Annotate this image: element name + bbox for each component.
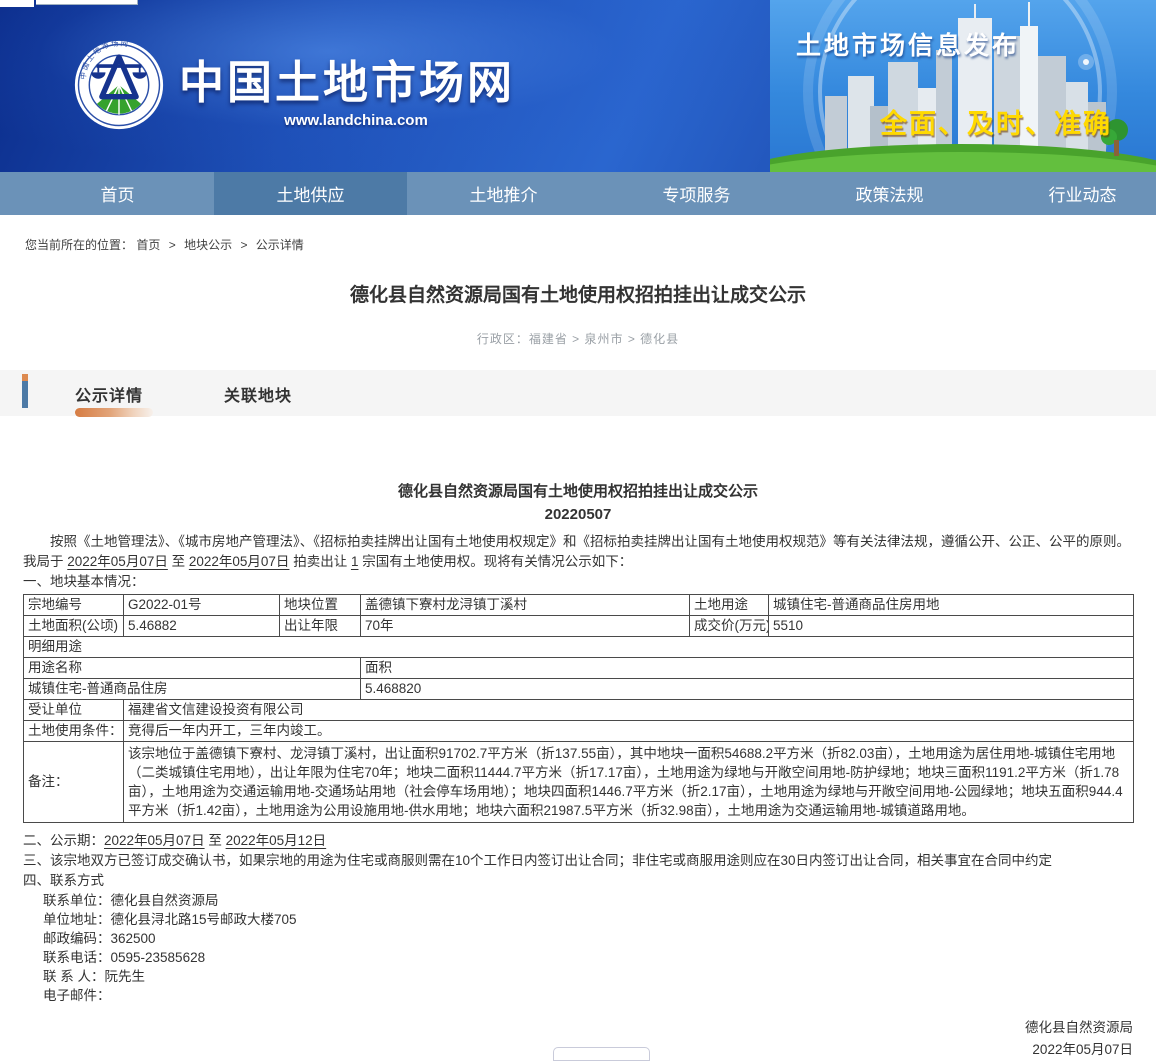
cell-use-name-value: 城镇住宅-普通商品住房 (24, 679, 361, 700)
cell-location-value: 盖德镇下寮村龙浔镇丁溪村 (361, 595, 690, 616)
cell-use-area-label: 面积 (361, 658, 1134, 679)
intro-date-start: 2022年05月07日 (67, 554, 168, 569)
section2-prefix: 二、公示期： (23, 833, 104, 848)
tab-notice-detail[interactable]: 公示详情 (75, 382, 143, 406)
top-left-artifact-1 (0, 0, 34, 7)
intro-tail: 宗国有土地使用权。现将有关情况公示如下： (358, 554, 632, 569)
site-header: 中国土地市场网 中国土地市场网 www.landchina.com (0, 0, 1156, 172)
cell-price-value: 5510 (769, 616, 1134, 637)
announcement-title: 德化县自然资源局国有土地使用权招拍挂出让成交公示 (23, 480, 1133, 501)
contact-address: 单位地址：德化县浔北路15号邮政大楼705 (23, 910, 1133, 929)
section2-date-end: 2022年05月12日 (226, 833, 327, 848)
cell-conditions-value: 竞得后一年内开工，三年内竣工。 (124, 721, 1134, 742)
cell-term-label: 出让年限 (280, 616, 361, 637)
breadcrumb-separator: > (169, 238, 176, 252)
intro-date-end: 2022年05月07日 (189, 554, 290, 569)
cell-land-use-label: 土地用途 (690, 595, 769, 616)
cell-parcel-no-label: 宗地编号 (24, 595, 124, 616)
section3-contract-terms: 三、该宗地双方已签订成交确认书，如果宗地的用途为住宅或商服则需在10个工作日内签… (23, 851, 1133, 871)
table-row: 用途名称 面积 (24, 658, 1134, 679)
cell-detail-use-header: 明细用途 (24, 637, 1134, 658)
nav-item-special-services[interactable]: 专项服务 (600, 172, 793, 215)
section2-date-start: 2022年05月07日 (104, 833, 205, 848)
cell-conditions-label: 土地使用条件： (24, 721, 124, 742)
section1-heading: 一、地块基本情况： (23, 572, 1133, 592)
contact-email: 电子邮件： (23, 986, 1133, 1005)
tab-strip: 公示详情 关联地块 (0, 370, 1156, 416)
nav-item-industry-news[interactable]: 行业动态 (986, 172, 1156, 215)
cell-use-area-value: 5.468820 (361, 679, 1134, 700)
section4-heading: 四、联系方式 (23, 871, 1133, 891)
cell-land-use-value: 城镇住宅-普通商品住房用地 (769, 595, 1134, 616)
cell-term-value: 70年 (361, 616, 690, 637)
top-left-artifact-2 (36, 0, 138, 5)
nav-item-land-supply[interactable]: 土地供应 (214, 172, 407, 215)
table-row: 城镇住宅-普通商品住房 5.468820 (24, 679, 1134, 700)
table-row: 土地面积(公顷) 5.46882 出让年限 70年 成交价(万元) 5510 (24, 616, 1134, 637)
active-tab-underline (75, 408, 153, 417)
promo-banner: 土地市场信息发布 全面、及时、准确 (770, 0, 1156, 172)
cell-grantee-label: 受让单位 (24, 700, 124, 721)
intro-mid2: 拍卖出让 (289, 554, 351, 569)
cell-parcel-no-value: G2022-01号 (124, 595, 280, 616)
contact-person: 联 系 人：阮先生 (23, 967, 1133, 986)
promo-slogan-1: 土地市场信息发布 (796, 26, 1020, 62)
contact-phone: 联系电话：0595-23585628 (23, 948, 1133, 967)
nav-item-land-promotion[interactable]: 土地推介 (407, 172, 600, 215)
table-row: 备注： 该宗地位于盖德镇下寮村、龙浔镇丁溪村，出让面积91702.7平方米（折1… (24, 742, 1134, 823)
tab-related-parcels[interactable]: 关联地块 (224, 382, 292, 406)
breadcrumb-prefix: 您当前所在的位置： (25, 238, 133, 252)
nav-item-policies[interactable]: 政策法规 (793, 172, 986, 215)
cell-use-name-label: 用途名称 (24, 658, 361, 679)
signature-org: 德化县自然资源局 (23, 1017, 1133, 1039)
section2-mid: 至 (205, 833, 226, 848)
announcement-body: 德化县自然资源局国有土地使用权招拍挂出让成交公示 20220507 按照《土地管… (0, 480, 1156, 1061)
cell-area-value: 5.46882 (124, 616, 280, 637)
intro-mid1: 至 (168, 554, 189, 569)
main-nav: 首页 土地供应 土地推介 专项服务 政策法规 行业动态 (0, 172, 1156, 215)
cell-price-label: 成交价(万元) (690, 616, 769, 637)
announcement-number: 20220507 (23, 506, 1133, 523)
section2-publicity-period: 二、公示期：2022年05月07日 至 2022年05月12日 (23, 831, 1133, 851)
cell-grantee-value: 福建省文信建设投资有限公司 (124, 700, 1134, 721)
parcel-table: 宗地编号 G2022-01号 地块位置 盖德镇下寮村龙浔镇丁溪村 土地用途 城镇… (23, 594, 1134, 823)
breadcrumb-separator: > (240, 238, 247, 252)
contact-unit: 联系单位：德化县自然资源局 (23, 891, 1133, 910)
promo-slogan-2: 全面、及时、准确 (880, 102, 1112, 141)
announcement-intro: 按照《土地管理法》、《城市房地产管理法》、《招标拍卖挂牌出让国有土地使用权规定》… (23, 532, 1133, 572)
breadcrumb-item-parcel-notice[interactable]: 地块公示 (184, 238, 232, 252)
page-title: 德化县自然资源局国有土地使用权招拍挂出让成交公示 (0, 280, 1156, 307)
accent-blue-block (22, 381, 28, 408)
nav-item-home[interactable]: 首页 (21, 172, 214, 215)
table-row: 明细用途 (24, 637, 1134, 658)
breadcrumb-item-home[interactable]: 首页 (136, 238, 160, 252)
contact-zipcode: 邮政编码：362500 (23, 929, 1133, 948)
cell-area-label: 土地面积(公顷) (24, 616, 124, 637)
cell-remarks-value: 该宗地位于盖德镇下寮村、龙浔镇丁溪村，出让面积91702.7平方米（折137.5… (124, 742, 1134, 823)
site-name: 中国土地市场网 (179, 46, 515, 111)
breadcrumb-item-notice-detail[interactable]: 公示详情 (256, 238, 304, 252)
cell-location-label: 地块位置 (280, 595, 361, 616)
region-line: 行政区：福建省 > 泉州市 > 德化县 (0, 330, 1156, 347)
accent-orange-block (22, 374, 28, 381)
table-row: 土地使用条件： 竞得后一年内开工，三年内竣工。 (24, 721, 1134, 742)
cell-remarks-label: 备注： (24, 742, 124, 823)
landchina-logo-icon[interactable]: 中国土地市场网 (74, 40, 164, 130)
breadcrumb: 您当前所在的位置： 首页 > 地块公示 > 公示详情 (0, 215, 1156, 257)
bottom-partial-button[interactable] (553, 1047, 650, 1061)
site-url: www.landchina.com (180, 112, 532, 129)
table-row: 宗地编号 G2022-01号 地块位置 盖德镇下寮村龙浔镇丁溪村 土地用途 城镇… (24, 595, 1134, 616)
table-row: 受让单位 福建省文信建设投资有限公司 (24, 700, 1134, 721)
